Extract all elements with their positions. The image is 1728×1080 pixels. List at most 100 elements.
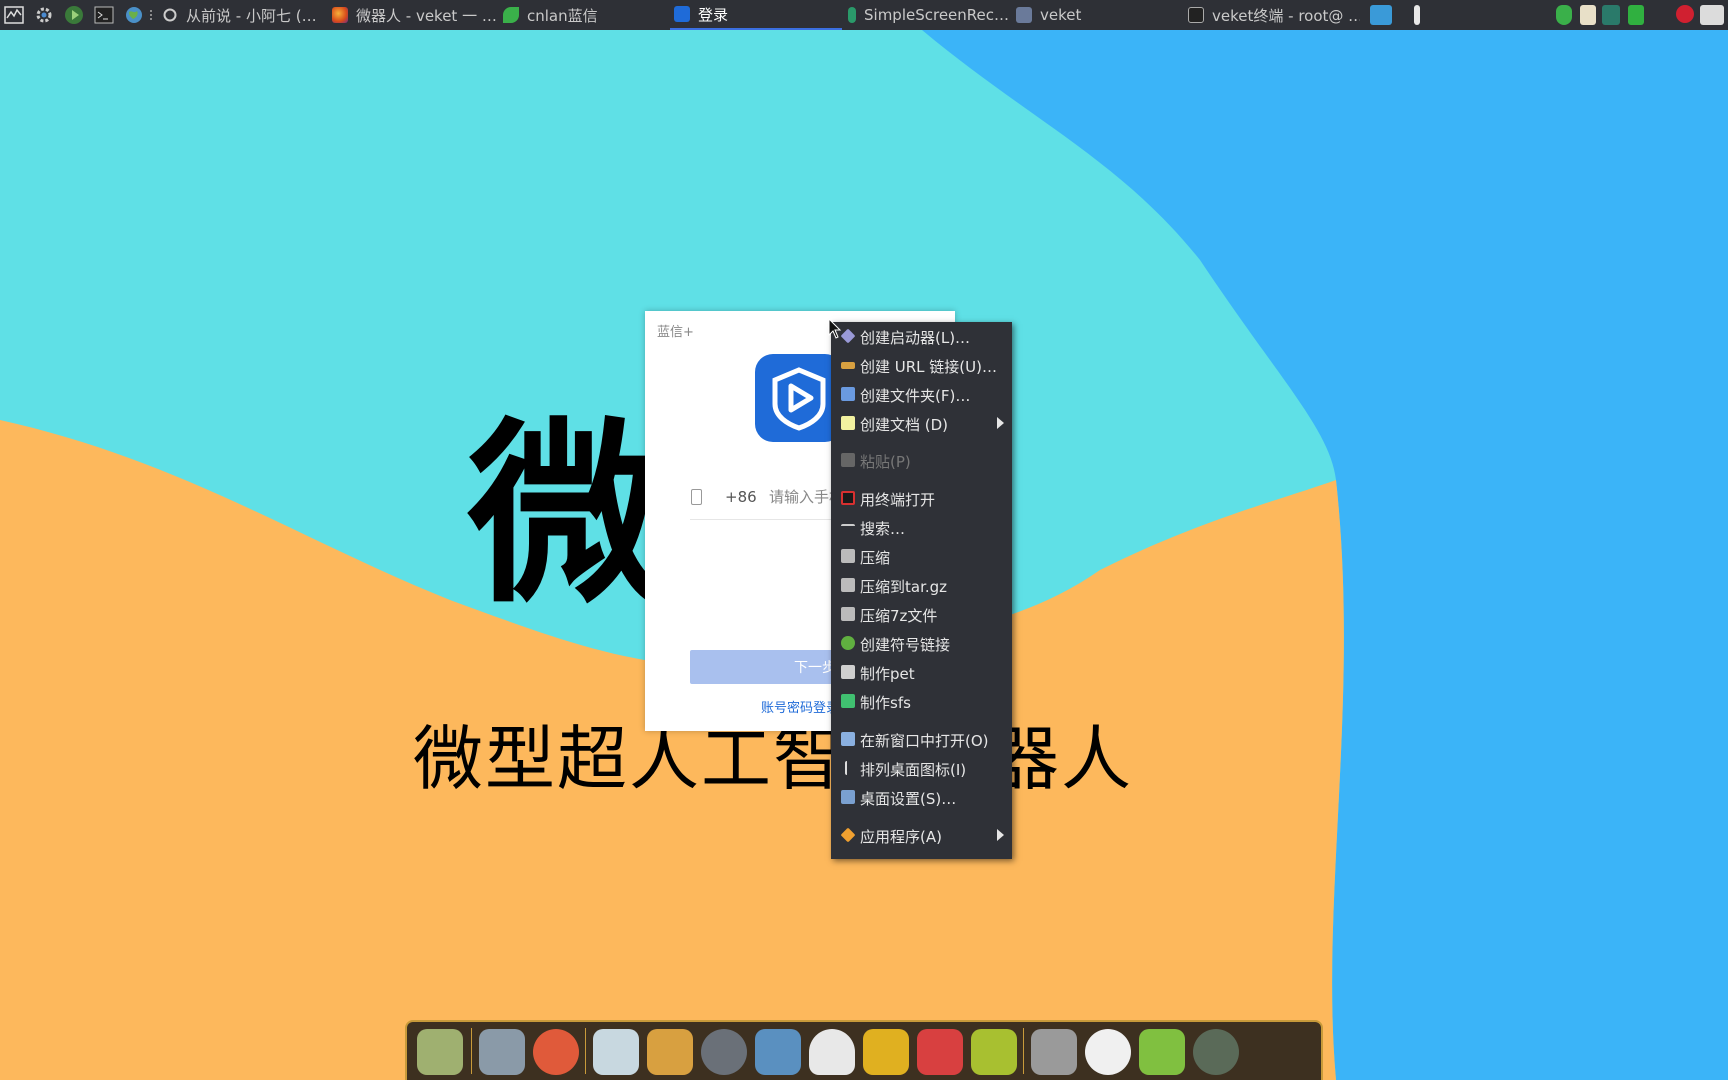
terminal-icon bbox=[841, 491, 855, 505]
dock-chart-icon[interactable] bbox=[915, 1027, 965, 1077]
dock-brightness-icon[interactable] bbox=[1083, 1027, 1133, 1077]
menu-item-label: 粘贴(P) bbox=[860, 453, 911, 471]
launcher-icon bbox=[840, 328, 856, 344]
country-code-selector[interactable]: +86 bbox=[725, 488, 757, 506]
monitor-icon[interactable] bbox=[1370, 5, 1392, 25]
archive-icon bbox=[841, 607, 855, 621]
activity-monitor-icon[interactable] bbox=[2, 3, 26, 27]
task-login[interactable]: 登录 bbox=[670, 0, 842, 30]
url-link-icon bbox=[841, 362, 855, 369]
menu-item-create-url[interactable]: 创建 URL 链接(U)… bbox=[831, 351, 1012, 379]
menu-item-arrange-icons[interactable]: 排列桌面图标(I) bbox=[831, 754, 1012, 782]
leaf-icon bbox=[503, 7, 519, 23]
dock-speaker-icon[interactable] bbox=[699, 1027, 749, 1077]
recorder-icon bbox=[848, 7, 856, 23]
dock-notebook-icon[interactable] bbox=[591, 1027, 641, 1077]
firefox-icon bbox=[332, 7, 348, 23]
folder-icon bbox=[841, 387, 855, 401]
menu-item-open-terminal[interactable]: 用终端打开 bbox=[831, 484, 1012, 512]
terminal-icon bbox=[1188, 7, 1204, 23]
wallpaper-title: 微 bbox=[468, 402, 669, 630]
dock-help-icon[interactable] bbox=[969, 1027, 1019, 1077]
settings-gear-icon[interactable] bbox=[32, 3, 56, 27]
menu-item-create-launcher[interactable]: 创建启动器(L)… bbox=[831, 322, 1012, 350]
dock-separator bbox=[1023, 1028, 1024, 1074]
dock-camera-icon[interactable] bbox=[1191, 1027, 1241, 1077]
archive-icon bbox=[841, 578, 855, 592]
menu-item-applications[interactable]: 应用程序(A) bbox=[831, 821, 1012, 849]
dock-separator bbox=[471, 1028, 472, 1074]
task-recorder[interactable]: SimpleScreenRec… bbox=[848, 0, 1018, 30]
dock-separator bbox=[585, 1028, 586, 1074]
menu-item-label: 压缩 bbox=[860, 549, 891, 567]
dock-penguin-icon[interactable] bbox=[807, 1027, 857, 1077]
task-veket-folder[interactable]: veket bbox=[1016, 0, 1176, 30]
storage-icon[interactable] bbox=[1628, 5, 1644, 25]
network-icon[interactable] bbox=[1602, 5, 1620, 25]
dock-pet-icon[interactable] bbox=[531, 1027, 581, 1077]
dock-book-icon[interactable] bbox=[861, 1027, 911, 1077]
globe-icon[interactable] bbox=[122, 3, 146, 27]
search-icon bbox=[841, 524, 855, 532]
task-terminal[interactable]: veket终端 - root@ … bbox=[1188, 0, 1360, 30]
menu-item-create-document[interactable]: 创建文档 (D) bbox=[831, 409, 1012, 437]
menu-item-label: 创建符号链接 bbox=[860, 636, 951, 654]
menu-item-open-new-window[interactable]: 在新窗口中打开(O) bbox=[831, 725, 1012, 753]
menu-item-search[interactable]: 搜索… bbox=[831, 513, 1012, 541]
task-cnlan[interactable]: cnlan蓝信 bbox=[503, 0, 663, 30]
menu-item-create-symlink[interactable]: 创建符号链接 bbox=[831, 629, 1012, 657]
menu-item-compress-7z[interactable]: 压缩7z文件 bbox=[831, 600, 1012, 628]
submenu-arrow-icon bbox=[997, 829, 1004, 841]
applications-icon bbox=[840, 827, 856, 843]
menu-item-compress[interactable]: 压缩 bbox=[831, 542, 1012, 570]
battery-icon[interactable] bbox=[1414, 5, 1420, 25]
menu-item-label: 创建启动器(L)… bbox=[860, 329, 971, 347]
task-label: veket终端 - root@ … bbox=[1212, 6, 1360, 25]
menu-item-label: 在新窗口中打开(O) bbox=[860, 732, 989, 750]
menu-item-label: 创建 URL 链接(U)… bbox=[860, 358, 997, 376]
menu-item-label: 压缩7z文件 bbox=[860, 607, 938, 625]
menu-item-desktop-settings[interactable]: 桌面设置(S)… bbox=[831, 783, 1012, 811]
dock-drive-icon[interactable] bbox=[1029, 1027, 1079, 1077]
dots-icon bbox=[146, 3, 156, 27]
submenu-arrow-icon bbox=[997, 417, 1004, 429]
paste-icon bbox=[841, 453, 855, 467]
desktop-context-menu: 创建启动器(L)… 创建 URL 链接(U)… 创建文件夹(F)… 创建文档 (… bbox=[831, 322, 1012, 859]
lanxin-logo bbox=[755, 354, 843, 442]
menu-item-create-folder[interactable]: 创建文件夹(F)… bbox=[831, 380, 1012, 408]
menu-item-compress-targz[interactable]: 压缩到tar.gz bbox=[831, 571, 1012, 599]
task-label: veket bbox=[1040, 6, 1082, 24]
new-window-icon bbox=[841, 732, 855, 746]
task-music[interactable]: 从前说 - 小阿七 (… bbox=[186, 0, 326, 30]
menu-item-label: 创建文件夹(F)… bbox=[860, 387, 971, 405]
clipboard-icon[interactable] bbox=[1580, 5, 1596, 25]
dock-files-icon[interactable] bbox=[415, 1027, 465, 1077]
folder-icon bbox=[1016, 7, 1032, 23]
terminal-icon[interactable] bbox=[92, 3, 116, 27]
dock-editor-icon[interactable] bbox=[1137, 1027, 1187, 1077]
symlink-icon bbox=[841, 636, 855, 650]
wallpaper-subtitle: 微型超人工智能机器人 bbox=[413, 718, 1133, 800]
menu-item-make-pet[interactable]: 制作pet bbox=[831, 658, 1012, 686]
task-firefox[interactable]: 微器人 - veket 一 … bbox=[332, 0, 502, 30]
menu-item-label: 压缩到tar.gz bbox=[860, 578, 948, 596]
task-label: 从前说 - 小阿七 (… bbox=[186, 6, 317, 25]
shield-icon[interactable] bbox=[1556, 5, 1572, 25]
sort-icon bbox=[845, 761, 853, 775]
record-icon[interactable] bbox=[1676, 5, 1694, 23]
mouse-cursor-icon bbox=[828, 318, 842, 339]
menu-item-make-sfs[interactable]: 制作sfs bbox=[831, 687, 1012, 715]
dock-paint-icon[interactable] bbox=[645, 1027, 695, 1077]
dock-display-icon[interactable] bbox=[477, 1027, 527, 1077]
task-label: 微器人 - veket 一 … bbox=[356, 6, 497, 25]
play-icon[interactable] bbox=[62, 3, 86, 27]
keyboard-icon[interactable] bbox=[1700, 5, 1724, 25]
task-label: cnlan蓝信 bbox=[527, 6, 598, 25]
task-label: 登录 bbox=[698, 5, 729, 24]
dock-users-icon[interactable] bbox=[753, 1027, 803, 1077]
sfs-icon bbox=[841, 694, 855, 708]
menu-item-label: 应用程序(A) bbox=[860, 828, 942, 846]
circle-icon[interactable] bbox=[158, 3, 182, 27]
package-icon bbox=[841, 665, 855, 679]
menu-item-label: 搜索… bbox=[860, 520, 906, 538]
